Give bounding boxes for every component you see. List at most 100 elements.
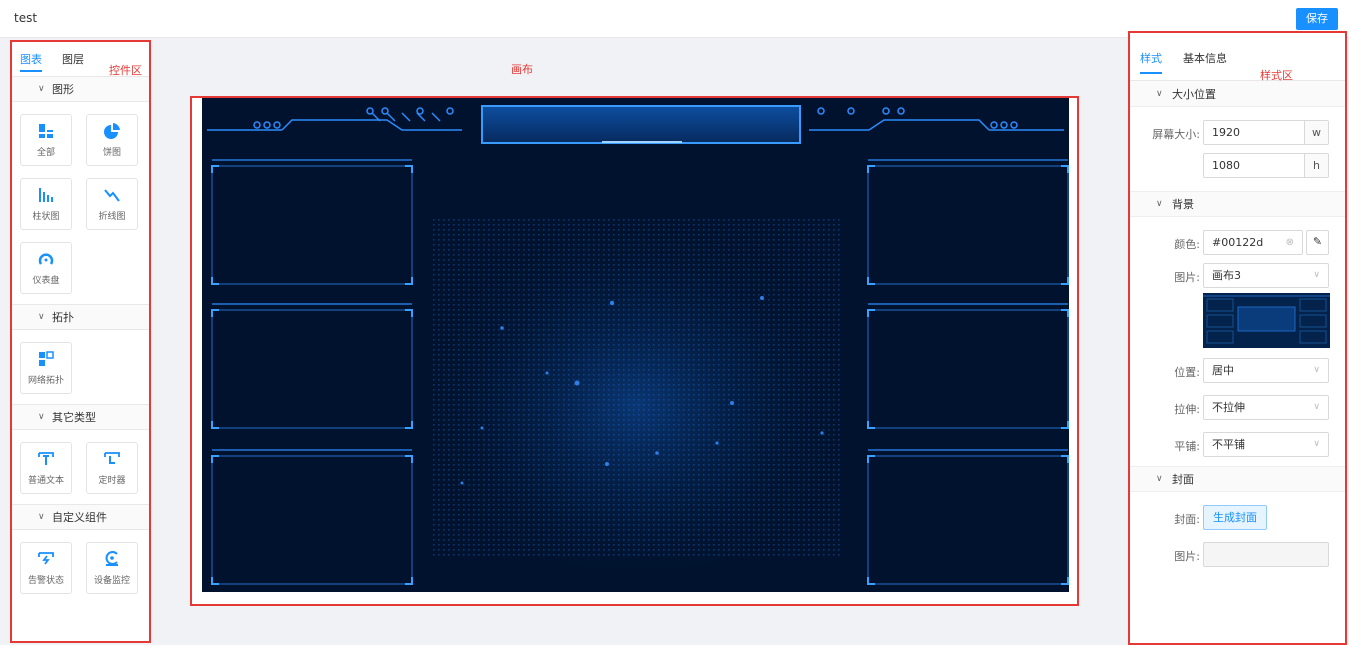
save-button[interactable]: 保存 — [1296, 8, 1338, 30]
bg-image-select[interactable]: 画布3 ∨ — [1203, 263, 1329, 288]
widget-all[interactable]: 全部 — [20, 114, 72, 166]
bg-image-value: 画布3 — [1212, 269, 1241, 282]
text-icon — [38, 452, 54, 465]
screen-width-row: 屏幕大小: 1920 w — [1130, 117, 1345, 150]
height-value: 1080 — [1212, 159, 1240, 172]
bg-tile-row: 平铺: 不平铺 ∨ — [1130, 429, 1345, 462]
chevron-down-icon: ∨ — [38, 512, 45, 522]
bg-image-row: 图片: 画布3 ∨ — [1130, 260, 1345, 293]
widget-label: 仪表盘 — [32, 276, 60, 286]
section-title: 背景 — [1172, 198, 1194, 211]
chevron-down-icon: ∨ — [38, 312, 45, 322]
widget-label: 网络拓扑 — [27, 376, 64, 386]
section-topology-header[interactable]: ∨ 拓扑 — [12, 304, 149, 330]
cover-image-row: 图片: — [1130, 539, 1345, 572]
bg-color-input[interactable]: #00122d ⊗ — [1203, 230, 1303, 255]
alarm-icon — [38, 552, 54, 565]
section-title: 封面 — [1172, 473, 1194, 486]
topology-icon — [39, 351, 54, 366]
section-size-header[interactable]: ∨ 大小位置 — [1130, 81, 1345, 107]
line-chart-icon — [104, 189, 120, 202]
widget-pie[interactable]: 饼图 — [86, 114, 138, 166]
gauge-icon — [38, 253, 54, 265]
bg-position-label: 位置: — [1174, 366, 1200, 379]
bg-tile-value: 不平铺 — [1212, 438, 1245, 451]
device-monitor-icon — [105, 551, 118, 566]
section-cover-header[interactable]: ∨ 封面 — [1130, 466, 1345, 492]
active-tab-indicator — [20, 70, 42, 72]
cover-image-label: 图片: — [1174, 550, 1200, 563]
tab-basic-info[interactable]: 基本信息 — [1183, 50, 1227, 66]
chevron-down-icon: ∨ — [1313, 270, 1320, 280]
screen-height-input[interactable]: 1080 h — [1203, 153, 1329, 178]
widget-line[interactable]: 折线图 — [86, 178, 138, 230]
bg-position-row: 位置: 居中 ∨ — [1130, 355, 1345, 388]
bg-position-value: 居中 — [1212, 364, 1234, 377]
section-other-header[interactable]: ∨ 其它类型 — [12, 404, 149, 430]
shapes-grid: 全部 饼图 柱状图 折线图 仪表盘 — [12, 102, 149, 304]
widget-label: 柱状图 — [32, 212, 60, 222]
widget-panel: 图表 图层 控件区 ∨ 图形 全部 饼图 柱状图 折线图 仪表盘 ∨ 拓扑 网络… — [10, 40, 151, 643]
cover-label: 封面: — [1174, 513, 1200, 526]
section-title: 拓扑 — [52, 311, 74, 324]
bar-chart-icon — [39, 188, 53, 202]
widget-label: 普通文本 — [27, 476, 64, 486]
screen-height-row: 1080 h — [1130, 150, 1345, 183]
bg-tile-label: 平铺: — [1174, 440, 1200, 453]
cover-image-input — [1203, 542, 1329, 567]
dashboard-canvas[interactable] — [202, 98, 1069, 592]
thumbnail-image — [1203, 293, 1330, 348]
bar-blocks-icon — [39, 124, 53, 138]
canvas-frame — [190, 96, 1079, 606]
widget-label: 饼图 — [102, 148, 121, 158]
style-panel-tabs: 样式 基本信息 样式区 — [1130, 33, 1345, 82]
screen-size-label: 屏幕大小: — [1152, 128, 1200, 141]
chevron-down-icon: ∨ — [38, 84, 45, 94]
widget-region-label: 控件区 — [109, 64, 142, 77]
bg-stretch-label: 拉伸: — [1174, 403, 1200, 416]
section-title: 其它类型 — [52, 411, 96, 424]
widget-gauge[interactable]: 仪表盘 — [20, 242, 72, 294]
chevron-down-icon: ∨ — [1313, 439, 1320, 449]
pie-chart-icon — [104, 123, 120, 139]
section-title: 大小位置 — [1172, 87, 1216, 101]
color-picker-button[interactable]: ✎ — [1306, 230, 1329, 255]
widget-bar[interactable]: 柱状图 — [20, 178, 72, 230]
widget-label: 设备监控 — [93, 576, 130, 586]
widget-label: 告警状态 — [27, 576, 64, 586]
other-grid: 普通文本 定时器 — [12, 430, 149, 504]
section-custom-header[interactable]: ∨ 自定义组件 — [12, 504, 149, 530]
tab-charts[interactable]: 图表 — [20, 51, 42, 67]
chevron-down-icon: ∨ — [1313, 402, 1320, 412]
bg-thumbnail-row — [1130, 293, 1345, 355]
chevron-down-icon: ∨ — [1156, 474, 1163, 484]
bg-color-row: 颜色: #00122d ⊗ ✎ — [1130, 227, 1345, 260]
widget-alarm-status[interactable]: 告警状态 — [20, 542, 72, 594]
tab-style[interactable]: 样式 — [1140, 50, 1162, 66]
width-value: 1920 — [1212, 126, 1240, 139]
section-title: 自定义组件 — [52, 511, 107, 524]
bg-stretch-select[interactable]: 不拉伸 ∨ — [1203, 395, 1329, 420]
timer-icon — [104, 452, 120, 464]
section-background-header[interactable]: ∨ 背景 — [1130, 191, 1345, 217]
canvas-region-label: 画布 — [511, 63, 533, 76]
section-shapes-header[interactable]: ∨ 图形 — [12, 76, 149, 102]
tab-layers[interactable]: 图层 — [62, 51, 84, 67]
section-title: 图形 — [52, 83, 74, 96]
widget-device-monitor[interactable]: 设备监控 — [86, 542, 138, 594]
style-panel: 样式 基本信息 样式区 ∨ 大小位置 屏幕大小: 1920 w 1080 h ∨ 背景 … — [1128, 31, 1347, 645]
widget-panel-tabs: 图表 图层 控件区 — [12, 42, 149, 77]
bg-position-select[interactable]: 居中 ∨ — [1203, 358, 1329, 383]
widget-text[interactable]: 普通文本 — [20, 442, 72, 494]
custom-grid: 告警状态 设备监控 — [12, 530, 149, 604]
clear-icon[interactable]: ⊗ — [1286, 231, 1294, 254]
widget-label: 全部 — [36, 148, 55, 158]
widget-timer[interactable]: 定时器 — [86, 442, 138, 494]
bg-image-thumbnail — [1203, 293, 1330, 348]
bg-tile-select[interactable]: 不平铺 ∨ — [1203, 432, 1329, 457]
generate-cover-button[interactable]: 生成封面 — [1203, 505, 1267, 530]
screen-width-input[interactable]: 1920 w — [1203, 120, 1329, 145]
active-tab-indicator — [1140, 72, 1162, 74]
bg-color-label: 颜色: — [1174, 238, 1200, 251]
widget-network-topology[interactable]: 网络拓扑 — [20, 342, 72, 394]
